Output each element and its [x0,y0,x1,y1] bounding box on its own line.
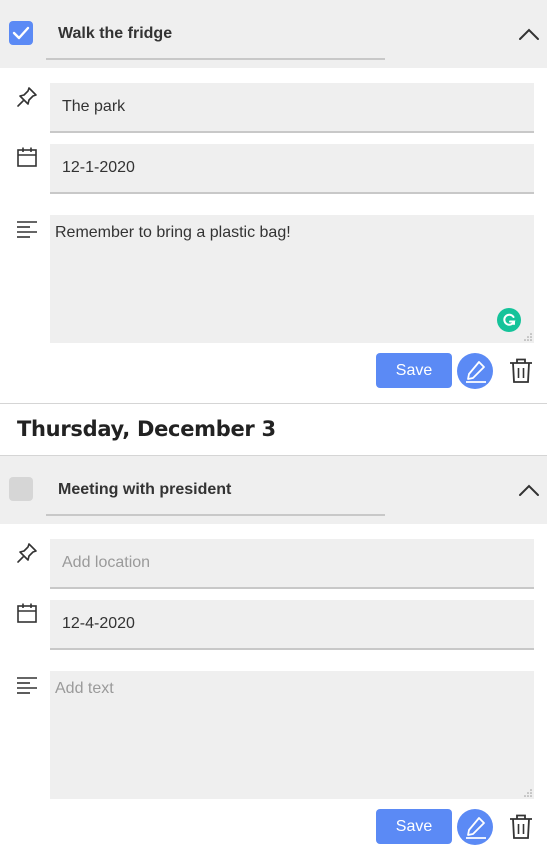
text-lines-icon [17,677,37,694]
resize-grip-icon[interactable] [524,333,532,341]
notes-placeholder: Add text [55,680,114,697]
edit-button[interactable] [457,353,493,389]
resize-grip-icon[interactable] [524,789,532,797]
edit-button[interactable] [457,809,493,845]
text-lines-icon [17,221,37,238]
trash-icon[interactable] [509,814,533,840]
divider [0,403,547,404]
notes-textarea[interactable]: Remember to bring a plastic bag! [50,215,534,343]
task-title-field[interactable]: Walk the fridge [46,14,385,60]
pin-icon [17,543,37,563]
task-title-field[interactable]: Meeting with president [46,470,385,516]
checkmark-icon [12,26,30,40]
grammarly-icon[interactable] [497,308,521,332]
save-button[interactable]: Save [376,353,452,388]
pin-icon [17,87,37,107]
date-value: 12-1-2020 [62,159,135,176]
location-value: The park [62,98,126,115]
location-field[interactable]: The park [50,83,534,133]
location-field[interactable]: Add location [50,539,534,589]
save-button[interactable]: Save [376,809,452,844]
date-field[interactable]: 12-1-2020 [50,144,534,194]
pencil-icon [466,817,486,839]
task-complete-checkbox[interactable] [9,21,33,45]
chevron-up-icon[interactable] [518,482,540,498]
task-title: Meeting with president [58,481,232,498]
pencil-icon [466,361,486,383]
calendar-icon [17,603,37,623]
chevron-up-icon[interactable] [518,26,540,42]
calendar-icon [17,147,37,167]
task-complete-checkbox[interactable] [9,477,33,501]
day-heading: Thursday, December 3 [17,417,276,441]
location-placeholder: Add location [62,554,151,571]
task-title: Walk the fridge [58,25,173,42]
trash-icon[interactable] [509,358,533,384]
task-header: Meeting with president [0,456,547,524]
task-header: Walk the fridge [0,0,547,68]
date-field[interactable]: 12-4-2020 [50,600,534,650]
notes-value: Remember to bring a plastic bag! [55,224,291,241]
date-value: 12-4-2020 [62,615,135,632]
notes-textarea[interactable]: Add text [50,671,534,799]
